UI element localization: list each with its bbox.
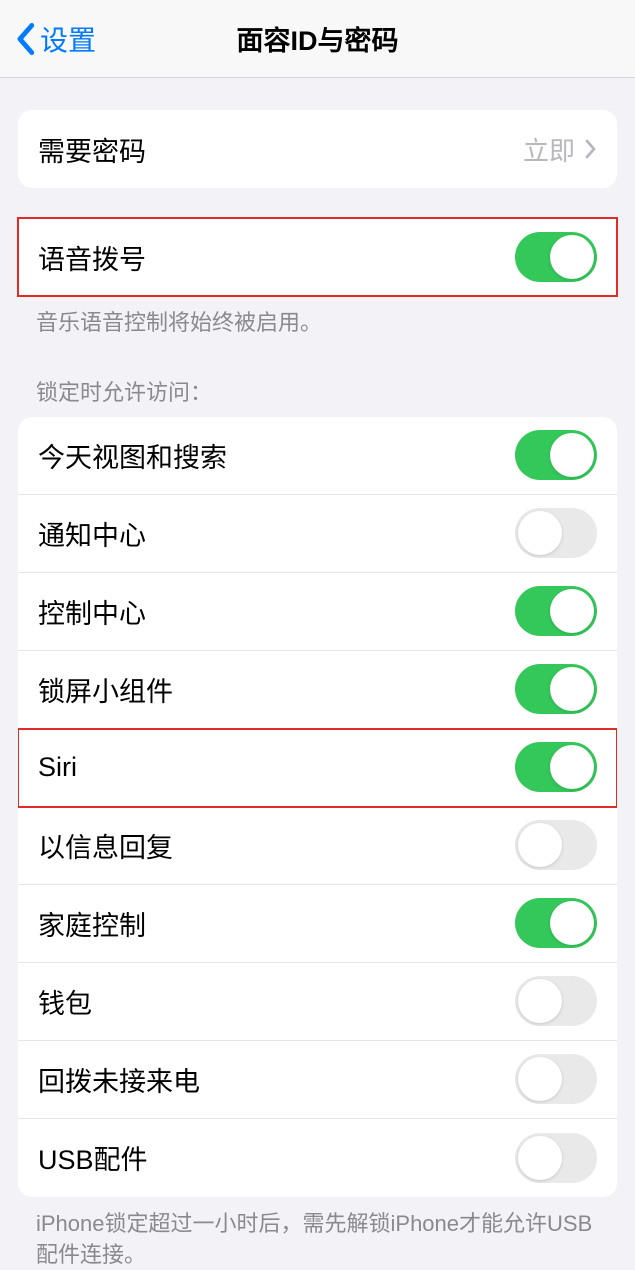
require-passcode-section: 需要密码 立即 (18, 110, 617, 188)
lock-access-toggle[interactable] (515, 508, 597, 558)
lock-access-row: USB配件 (18, 1119, 617, 1197)
lock-access-section: 今天视图和搜索通知中心控制中心锁屏小组件 Siri 以信息回复家庭控制钱包回拨未接来… (18, 417, 617, 1197)
voice-dial-section: 语音拨号 (18, 218, 617, 296)
require-passcode-label: 需要密码 (38, 130, 146, 169)
lock-access-row: 今天视图和搜索 (18, 417, 617, 495)
lock-access-header: 锁定时允许访问： (0, 367, 635, 417)
lock-access-label: 回拨未接来电 (38, 1060, 200, 1099)
lock-access-label: 家庭控制 (38, 904, 146, 943)
chevron-right-icon (585, 139, 597, 159)
voice-dial-label: 语音拨号 (38, 238, 146, 277)
lock-access-row: 家庭控制 (18, 885, 617, 963)
page-title: 面容ID与密码 (237, 19, 399, 58)
lock-access-toggle[interactable] (515, 976, 597, 1026)
lock-access-toggle[interactable] (515, 586, 597, 636)
lock-access-toggle[interactable] (515, 664, 597, 714)
lock-access-label: 今天视图和搜索 (38, 436, 227, 475)
lock-access-toggle[interactable] (515, 1133, 597, 1183)
lock-access-label: 以信息回复 (38, 826, 173, 865)
lock-access-row: 通知中心 (18, 495, 617, 573)
lock-access-label: 通知中心 (38, 514, 146, 553)
lock-access-row: 回拨未接来电 (18, 1041, 617, 1119)
lock-access-toggle[interactable] (515, 1054, 597, 1104)
voice-dial-footer: 音乐语音控制将始终被启用。 (0, 296, 635, 339)
lock-access-label: 锁屏小组件 (38, 670, 173, 709)
lock-access-toggle[interactable] (515, 898, 597, 948)
lock-access-toggle[interactable] (515, 430, 597, 480)
back-button[interactable]: 设置 (0, 19, 96, 59)
lock-access-toggle[interactable] (515, 820, 597, 870)
header-bar: 设置 面容ID与密码 (0, 0, 635, 78)
lock-access-toggle[interactable] (515, 742, 597, 792)
require-passcode-value-wrap: 立即 (523, 131, 597, 168)
lock-access-row: 锁屏小组件 (18, 651, 617, 729)
lock-access-label: 钱包 (38, 982, 92, 1021)
require-passcode-value: 立即 (523, 131, 575, 168)
back-label: 设置 (40, 19, 96, 59)
lock-access-label: Siri (38, 752, 77, 783)
usb-footer: iPhone锁定超过一小时后，需先解锁iPhone才能允许USB配件连接。 (0, 1197, 635, 1270)
voice-dial-toggle[interactable] (515, 232, 597, 282)
lock-access-row: 钱包 (18, 963, 617, 1041)
chevron-left-icon (14, 22, 36, 56)
lock-access-row: Siri (18, 729, 617, 807)
lock-access-row: 以信息回复 (18, 807, 617, 885)
lock-access-label: USB配件 (38, 1138, 148, 1177)
voice-dial-row: 语音拨号 (18, 218, 617, 296)
lock-access-label: 控制中心 (38, 592, 146, 631)
require-passcode-row[interactable]: 需要密码 立即 (18, 110, 617, 188)
lock-access-row: 控制中心 (18, 573, 617, 651)
